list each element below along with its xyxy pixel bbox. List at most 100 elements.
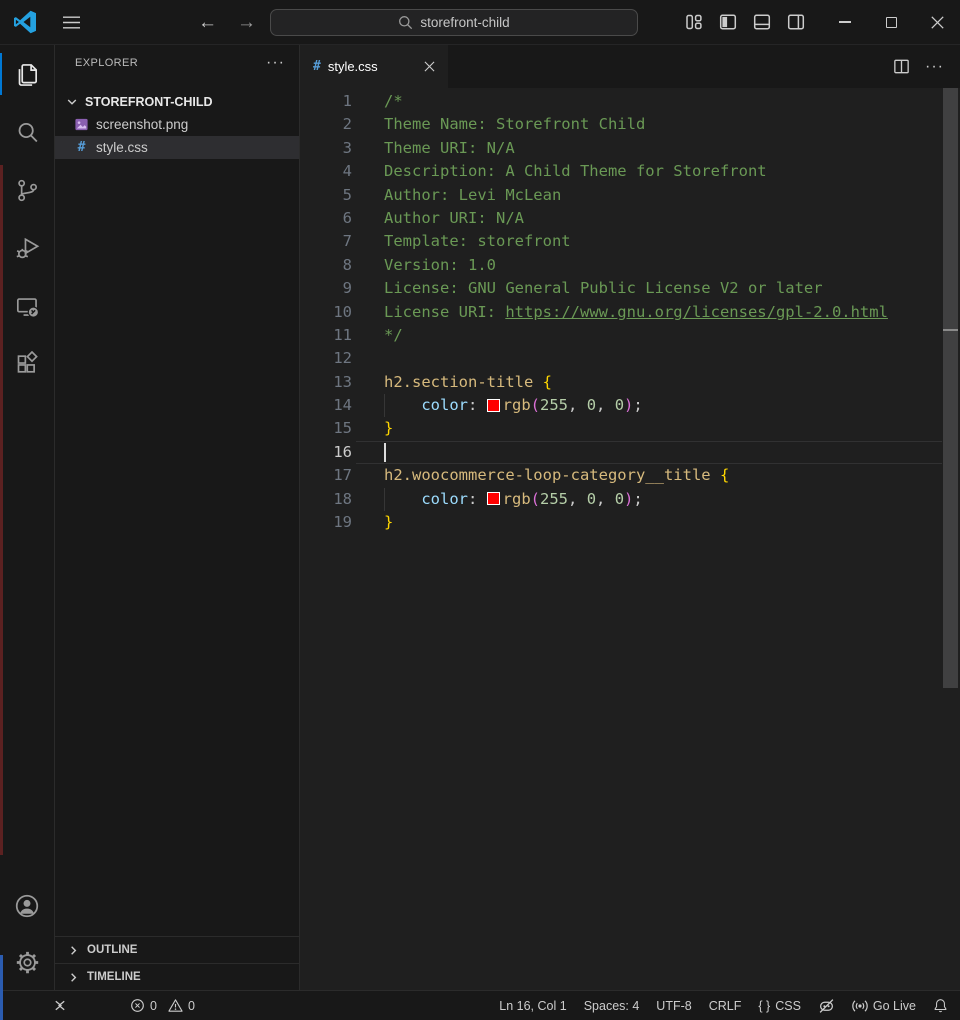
activitybar-remote-explorer[interactable] (0, 277, 54, 335)
color-swatch[interactable] (487, 492, 500, 505)
line-number[interactable]: 13 (300, 371, 352, 394)
go-live[interactable]: Go Live (852, 999, 916, 1013)
line-number[interactable]: 12 (300, 347, 352, 370)
timeline-section-header[interactable]: TIMELINE (55, 963, 299, 990)
editor-actions: ··· (892, 45, 960, 88)
line-number[interactable]: 5 (300, 184, 352, 207)
minimize-button[interactable] (822, 0, 868, 44)
activitybar-extensions[interactable] (0, 335, 54, 393)
file-tree: STOREFRONT-CHILD screenshot.png # style.… (55, 90, 299, 159)
error-icon (130, 998, 145, 1013)
folder-row-storefront-child[interactable]: STOREFRONT-CHILD (55, 90, 299, 113)
activitybar-settings[interactable] (0, 934, 54, 990)
code-line[interactable]: 9License: GNU General Public License V2 … (300, 277, 960, 300)
indentation[interactable]: Spaces: 4 (584, 999, 640, 1013)
maximize-icon (886, 17, 897, 28)
menu-icon[interactable] (59, 12, 84, 33)
line-number[interactable]: 19 (300, 511, 352, 534)
css-file-icon: # (73, 140, 90, 155)
run-and-debug-icon (14, 235, 41, 262)
line-number[interactable]: 3 (300, 137, 352, 160)
code-text (384, 347, 960, 370)
copilot-disabled-icon[interactable] (818, 998, 835, 1014)
line-number[interactable]: 17 (300, 464, 352, 487)
code-text: Theme URI: N/A (384, 137, 960, 160)
code-line[interactable]: 11*/ (300, 324, 960, 347)
tab-close-icon[interactable] (421, 58, 438, 75)
code-text: Author: Levi McLean (384, 184, 960, 207)
language-mode[interactable]: { } CSS (758, 999, 801, 1013)
line-number[interactable]: 1 (300, 90, 352, 113)
file-name: screenshot.png (96, 117, 188, 132)
problems-indicator[interactable]: 0 0 (130, 998, 201, 1013)
code-line[interactable]: 6Author URI: N/A (300, 207, 960, 230)
encoding[interactable]: UTF-8 (656, 999, 691, 1013)
line-number[interactable]: 2 (300, 113, 352, 136)
code-line[interactable]: 16 (300, 441, 960, 464)
line-number[interactable]: 8 (300, 254, 352, 277)
line-number[interactable]: 4 (300, 160, 352, 183)
chevron-down-icon (65, 95, 79, 109)
code-line[interactable]: 3 Theme URI: N/A (300, 137, 960, 160)
tab-style-css[interactable]: # style.css (300, 45, 448, 88)
forward-icon[interactable]: → (237, 13, 256, 32)
line-number[interactable]: 9 (300, 277, 352, 300)
toggle-panel-icon[interactable] (752, 12, 772, 32)
code-line[interactable]: 8Version: 1.0 (300, 254, 960, 277)
line-number[interactable]: 15 (300, 417, 352, 440)
toggle-secondary-sidebar-icon[interactable] (786, 12, 806, 32)
outline-section-header[interactable]: OUTLINE (55, 936, 299, 963)
activitybar-bottom (0, 878, 54, 990)
toggle-primary-sidebar-icon[interactable] (718, 12, 738, 32)
code-text: } (384, 511, 960, 534)
explorer-icon (14, 61, 41, 88)
maximize-button[interactable] (868, 0, 914, 44)
close-button[interactable] (914, 0, 960, 44)
line-number[interactable]: 16 (300, 441, 352, 464)
code-text: Theme Name: Storefront Child (384, 113, 960, 136)
activitybar-explorer[interactable] (0, 45, 54, 103)
cursor-position[interactable]: Ln 16, Col 1 (499, 999, 566, 1013)
command-center-search[interactable]: storefront-child (270, 9, 638, 36)
notifications-bell-icon[interactable] (933, 998, 948, 1013)
line-number[interactable]: 7 (300, 230, 352, 253)
remote-indicator-icon[interactable] (52, 998, 68, 1013)
split-editor-icon[interactable] (892, 57, 911, 76)
code-line[interactable]: 18 color: rgb(255, 0, 0); (300, 488, 960, 511)
code-line[interactable]: 19} (300, 511, 960, 534)
back-icon[interactable]: ← (198, 13, 217, 32)
customize-layout-icon[interactable] (684, 12, 704, 32)
code-text: color: rgb(255, 0, 0); (384, 488, 960, 511)
braces-icon: { } (758, 999, 770, 1013)
code-line[interactable]: 1/* (300, 90, 960, 113)
code-line[interactable]: 4Description: A Child Theme for Storefro… (300, 160, 960, 183)
file-row-style-css[interactable]: # style.css (55, 136, 299, 159)
line-number[interactable]: 6 (300, 207, 352, 230)
code-line[interactable]: 17h2.woocommerce-loop-category__title { (300, 464, 960, 487)
activitybar-run-debug[interactable] (0, 219, 54, 277)
line-number[interactable]: 10 (300, 301, 352, 324)
code-line[interactable]: 14 color: rgb(255, 0, 0); (300, 394, 960, 417)
line-number[interactable]: 18 (300, 488, 352, 511)
activitybar-search[interactable] (0, 103, 54, 161)
code-line[interactable]: 15} (300, 417, 960, 440)
activity-bar (0, 45, 55, 990)
activitybar-source-control[interactable] (0, 161, 54, 219)
code-text: Template: storefront (384, 230, 960, 253)
code-line[interactable]: 7 Template: storefront (300, 230, 960, 253)
code-line[interactable]: 10License URI: https://www.gnu.org/licen… (300, 301, 960, 324)
activitybar-accounts[interactable] (0, 878, 54, 934)
code-line[interactable]: 13h2.section-title { (300, 371, 960, 394)
code-line[interactable]: 2 Theme Name: Storefront Child (300, 113, 960, 136)
file-name: style.css (96, 140, 148, 155)
vertical-scrollbar[interactable] (943, 88, 958, 688)
code-line[interactable]: 12 (300, 347, 960, 370)
line-number[interactable]: 14 (300, 394, 352, 417)
eol-sequence[interactable]: CRLF (709, 999, 742, 1013)
editor-pane[interactable]: 1/*2 Theme Name: Storefront Child 3 Theme U… (300, 88, 960, 990)
source-control-icon (14, 177, 41, 204)
code-line[interactable]: 5 Author: Levi McLean (300, 184, 960, 207)
file-row-screenshot-png[interactable]: screenshot.png (55, 113, 299, 136)
line-number[interactable]: 11 (300, 324, 352, 347)
color-swatch[interactable] (487, 399, 500, 412)
